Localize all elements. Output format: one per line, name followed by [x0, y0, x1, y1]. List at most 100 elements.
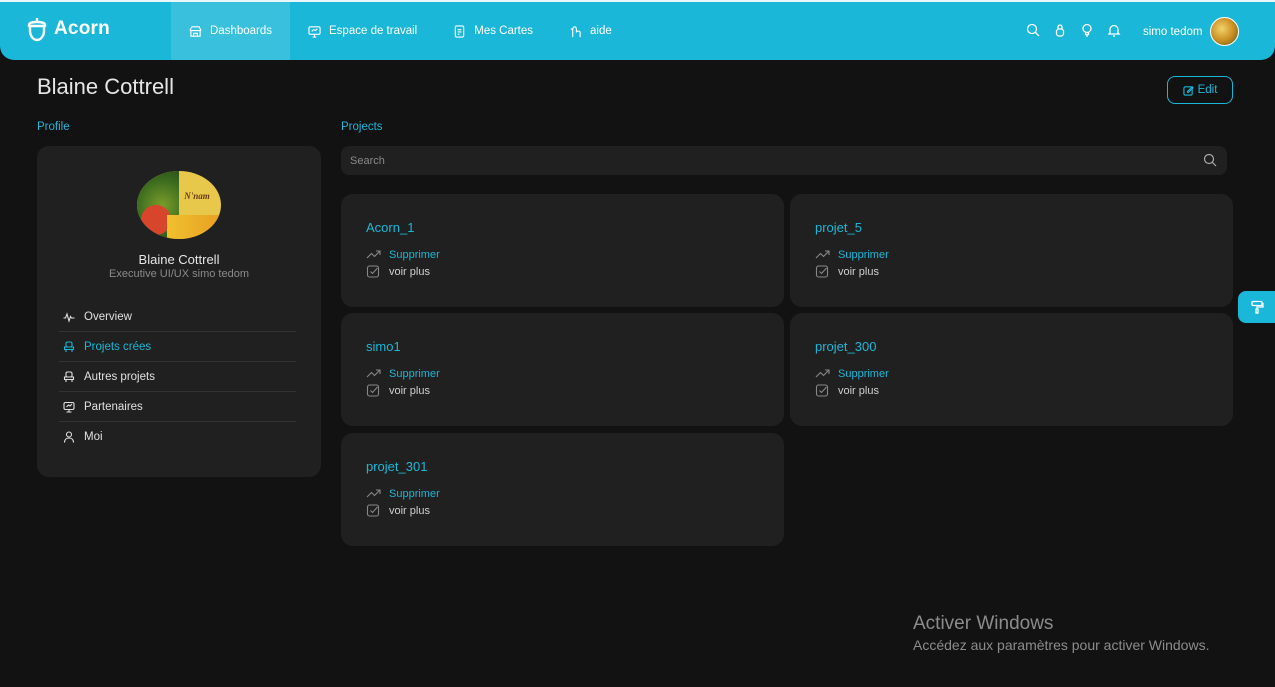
theme-settings-button[interactable] — [1238, 291, 1275, 323]
seat-icon — [63, 340, 75, 352]
nav-mes-cartes[interactable]: Mes Cartes — [435, 2, 551, 60]
view-more-label: voir plus — [389, 384, 430, 397]
menu-label: Autres projets — [84, 370, 155, 383]
windows-activation-watermark: Activer Windows Accédez aux paramètres p… — [913, 613, 1209, 653]
view-more-label: voir plus — [389, 504, 430, 517]
nav-espace-de-travail[interactable]: Espace de travail — [290, 2, 435, 60]
user-icon — [63, 431, 75, 443]
presentation-icon — [63, 401, 75, 413]
profile-role: Executive UI/UX simo tedom — [109, 268, 249, 280]
delete-action[interactable]: Supprimer — [366, 367, 440, 380]
project-title[interactable]: Acorn_1 — [366, 220, 414, 235]
edit-icon — [1182, 85, 1194, 96]
projects-section-label: Projects — [341, 121, 383, 133]
edit-button[interactable]: Edit — [1167, 76, 1233, 104]
profile-avatar: N'nam — [137, 171, 221, 239]
profile-menu: Overview Projets crées Autres projets Pa… — [59, 302, 296, 452]
trending-up-icon — [366, 369, 381, 378]
search-icon[interactable] — [1026, 23, 1040, 37]
trending-up-icon — [815, 250, 830, 259]
avatar-brand-text: N'nam — [184, 191, 210, 201]
profile-menu-projets-crees[interactable]: Projets crées — [59, 332, 296, 362]
main-nav: Dashboards Espace de travail Mes Cartes … — [171, 2, 630, 60]
trending-up-icon — [366, 489, 381, 498]
activity-icon — [63, 311, 75, 323]
project-title[interactable]: projet_5 — [815, 220, 862, 235]
bell-icon[interactable] — [1107, 23, 1121, 37]
menu-label: Projets crées — [84, 340, 152, 353]
paint-roller-icon — [1250, 300, 1264, 314]
monitor-icon — [308, 25, 321, 38]
project-card: Acorn_1 Supprimer voir plus — [341, 194, 784, 307]
search-icon[interactable] — [1203, 153, 1217, 167]
user-menu[interactable]: simo tedom — [1143, 17, 1240, 46]
view-more-label: voir plus — [389, 265, 430, 278]
view-more-action[interactable]: voir plus — [366, 384, 430, 397]
delete-label: Supprimer — [389, 487, 440, 500]
nav-dashboards[interactable]: Dashboards — [171, 2, 291, 60]
nav-dashboards-label: Dashboards — [210, 25, 273, 37]
avatar[interactable] — [1210, 17, 1240, 46]
menu-label: Moi — [84, 431, 103, 443]
page-title: Blaine Cottrell — [37, 74, 174, 99]
profile-section-label: Profile — [37, 121, 70, 133]
checkbox-icon — [366, 265, 380, 278]
search-input[interactable] — [341, 146, 1201, 175]
delete-action[interactable]: Supprimer — [815, 248, 889, 261]
delete-label: Supprimer — [389, 367, 440, 380]
delete-label: Supprimer — [389, 248, 440, 261]
delete-action[interactable]: Supprimer — [815, 367, 889, 380]
lock-icon[interactable] — [1053, 23, 1067, 37]
menu-label: Partenaires — [84, 400, 143, 413]
view-more-action[interactable]: voir plus — [366, 265, 430, 278]
view-more-action[interactable]: voir plus — [815, 384, 879, 397]
profile-menu-overview[interactable]: Overview — [59, 302, 296, 332]
seat-icon — [63, 370, 75, 382]
project-card: projet_301 Supprimer voir plus — [341, 433, 784, 546]
watermark-subtitle: Accédez aux paramètres pour activer Wind… — [913, 637, 1210, 653]
project-title[interactable]: simo1 — [366, 339, 401, 354]
document-icon — [454, 24, 465, 38]
menu-label: Overview — [84, 310, 132, 323]
project-title[interactable]: projet_301 — [366, 459, 427, 474]
view-more-label: voir plus — [838, 384, 879, 397]
logo-text: Acorn — [54, 18, 110, 39]
project-card: projet_300 Supprimer voir plus — [790, 313, 1233, 426]
header-icons — [1026, 23, 1121, 37]
project-title[interactable]: projet_300 — [815, 339, 876, 354]
profile-menu-partenaires[interactable]: Partenaires — [59, 392, 296, 422]
view-more-action[interactable]: voir plus — [815, 265, 879, 278]
profile-name: Blaine Cottrell — [138, 252, 220, 267]
help-icon — [570, 25, 581, 37]
profile-menu-autres-projets[interactable]: Autres projets — [59, 362, 296, 392]
top-navbar: Acorn Dashboards Espace de travail Mes C… — [0, 0, 1275, 60]
nav-aide-label: aide — [590, 25, 612, 37]
checkbox-icon — [366, 504, 380, 517]
trending-up-icon — [815, 369, 830, 378]
nav-mes-cartes-label: Mes Cartes — [474, 25, 534, 37]
view-more-label: voir plus — [838, 265, 879, 278]
checkbox-icon — [815, 265, 829, 278]
profile-card: N'nam Blaine Cottrell Executive UI/UX si… — [37, 146, 321, 477]
acorn-icon — [27, 18, 47, 42]
nav-aide[interactable]: aide — [551, 2, 630, 60]
checkbox-icon — [366, 384, 380, 397]
delete-action[interactable]: Supprimer — [366, 248, 440, 261]
checkbox-icon — [815, 384, 829, 397]
home-icon — [189, 25, 202, 37]
profile-menu-moi[interactable]: Moi — [59, 422, 296, 452]
trending-up-icon — [366, 250, 381, 259]
user-name: simo tedom — [1143, 25, 1203, 38]
view-more-action[interactable]: voir plus — [366, 504, 430, 517]
edit-button-label: Edit — [1197, 84, 1218, 96]
brand-logo[interactable]: Acorn — [26, 16, 110, 42]
delete-label: Supprimer — [838, 248, 889, 261]
project-search — [341, 146, 1227, 175]
delete-label: Supprimer — [838, 367, 889, 380]
project-card: projet_5 Supprimer voir plus — [790, 194, 1233, 307]
delete-action[interactable]: Supprimer — [366, 487, 440, 500]
avatar-fries — [167, 215, 221, 239]
lightbulb-icon[interactable] — [1080, 23, 1094, 37]
watermark-title: Activer Windows — [913, 613, 1054, 634]
nav-espace-label: Espace de travail — [329, 25, 418, 37]
